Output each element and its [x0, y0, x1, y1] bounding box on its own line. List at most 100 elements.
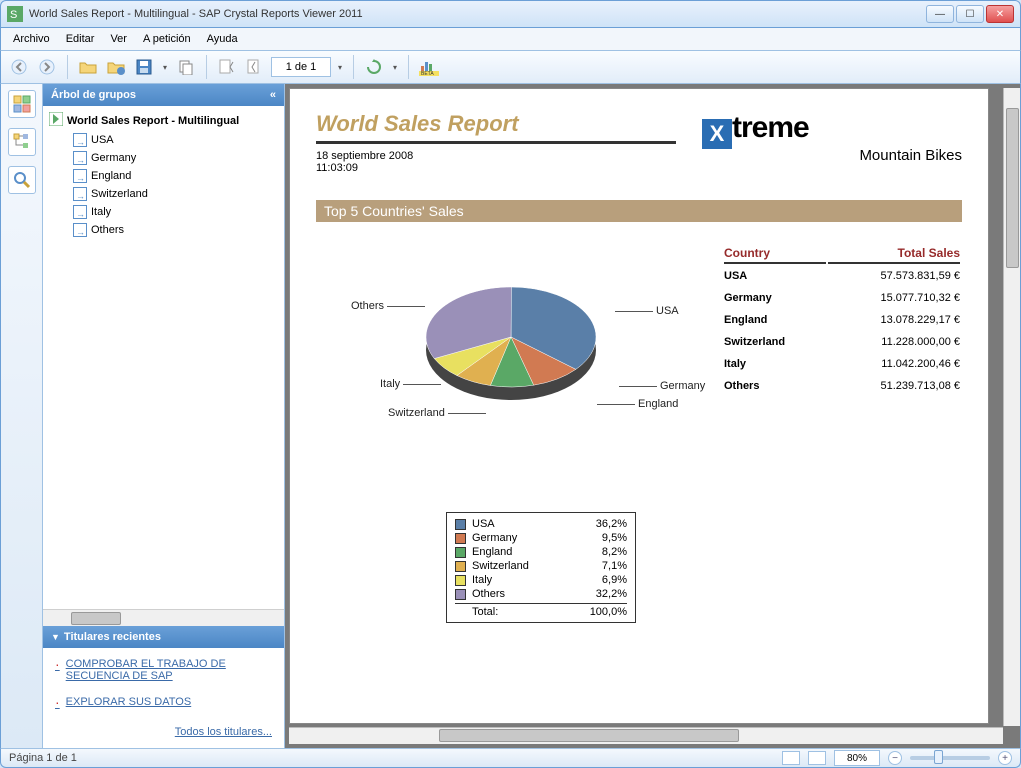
cell-country: Germany — [724, 288, 826, 308]
tree-root-label: World Sales Report - Multilingual — [67, 115, 239, 127]
refresh-button[interactable] — [362, 55, 386, 79]
cell-country: Italy — [724, 354, 826, 374]
legend-name: Switzerland — [472, 560, 529, 572]
tree-item[interactable]: USA — [45, 131, 282, 149]
recent-headlines-panel: ·COMPROBAR EL TRABAJO DE SECUENCIA DE SA… — [43, 648, 284, 748]
pie-label-italy: Italy — [380, 378, 444, 390]
report-canvas: World Sales Report 18 septiembre 2008 11… — [285, 84, 1020, 748]
zoom-input[interactable] — [834, 750, 880, 766]
logo-subtitle: Mountain Bikes — [702, 147, 962, 164]
menu-ayuda[interactable]: Ayuda — [199, 30, 246, 48]
table-row: Germany15.077.710,32 € — [724, 288, 960, 308]
cell-total: 51.239.713,08 € — [828, 376, 960, 396]
menu-archivo[interactable]: Archivo — [5, 30, 58, 48]
report-icon — [49, 112, 63, 129]
zoom-slider[interactable] — [910, 756, 990, 760]
tree-item[interactable]: Italy — [45, 203, 282, 221]
tree-item[interactable]: Switzerland — [45, 185, 282, 203]
maximize-button[interactable]: ☐ — [956, 5, 984, 23]
legend-name: Italy — [472, 574, 492, 586]
search-icon[interactable] — [8, 166, 36, 194]
xtreme-logo: Xtreme Mountain Bikes — [702, 111, 962, 164]
menu-apeticion[interactable]: A petición — [135, 30, 199, 48]
close-button[interactable]: ✕ — [986, 5, 1014, 23]
tree-item-label: England — [91, 170, 131, 182]
toolbar: ▾ ▾ ▾ BETA — [0, 50, 1021, 84]
logo-text: treme — [732, 111, 809, 144]
cell-total: 57.573.831,59 € — [828, 266, 960, 286]
refresh-dropdown[interactable]: ▾ — [390, 55, 400, 79]
prev-page-button[interactable] — [243, 55, 267, 79]
document-icon — [73, 187, 87, 201]
pie-label-switzerland: Switzerland — [388, 407, 489, 419]
zoom-in-button[interactable]: + — [998, 751, 1012, 765]
tree-item[interactable]: England — [45, 167, 282, 185]
logo-x-icon: X — [702, 119, 732, 149]
legend-swatch — [455, 519, 466, 530]
legend-total-pct: 100,0% — [590, 606, 627, 618]
beta-chart-button[interactable]: BETA — [417, 55, 441, 79]
fit-page-icon[interactable] — [808, 751, 826, 765]
chart-legend: USA36,2%Germany9,5%England8,2%Switzerlan… — [446, 512, 636, 623]
cell-country: USA — [724, 266, 826, 286]
open-remote-button[interactable] — [104, 55, 128, 79]
tree-view-icon[interactable] — [8, 128, 36, 156]
fit-width-icon[interactable] — [782, 751, 800, 765]
menu-ver[interactable]: Ver — [102, 30, 135, 48]
headline-link[interactable]: ·COMPROBAR EL TRABAJO DE SECUENCIA DE SA… — [55, 658, 272, 682]
cell-total: 11.228.000,00 € — [828, 332, 960, 352]
tree-horizontal-scrollbar[interactable] — [43, 609, 284, 626]
collapse-sidebar-icon[interactable]: « — [270, 89, 276, 101]
legend-pct: 7,1% — [602, 560, 627, 572]
tree-item-label: Others — [91, 224, 124, 236]
nav-forward-button[interactable] — [35, 55, 59, 79]
recent-headlines-header[interactable]: ▼ Titulares recientes — [43, 626, 284, 648]
legend-name: Germany — [472, 532, 517, 544]
first-page-button[interactable] — [215, 55, 239, 79]
tree-root[interactable]: World Sales Report - Multilingual — [45, 110, 282, 131]
window-title: World Sales Report - Multilingual - SAP … — [29, 8, 926, 20]
table-row: England13.078.229,17 € — [724, 310, 960, 330]
tree-item[interactable]: Germany — [45, 149, 282, 167]
svg-text:BETA: BETA — [421, 71, 434, 76]
canvas-horizontal-scrollbar[interactable] — [289, 727, 1003, 744]
bullet-icon: · — [55, 658, 60, 670]
open-folder-button[interactable] — [76, 55, 100, 79]
section-header: Top 5 Countries' Sales — [316, 200, 962, 222]
legend-row: England8,2% — [455, 545, 627, 559]
legend-total-row: Total: 100,0% — [455, 603, 627, 618]
chevron-down-icon: ▼ — [51, 632, 60, 642]
legend-row: Switzerland 7,1% — [455, 559, 627, 573]
legend-name: Others — [472, 588, 505, 600]
legend-pct: 36,2% — [596, 518, 627, 530]
window-titlebar: S World Sales Report - Multilingual - SA… — [0, 0, 1021, 28]
save-button[interactable] — [132, 55, 156, 79]
copy-button[interactable] — [174, 55, 198, 79]
headline-link[interactable]: ·EXPLORAR SUS DATOS — [55, 696, 272, 708]
document-icon — [73, 205, 87, 219]
legend-pct: 9,5% — [602, 532, 627, 544]
page-number-input[interactable] — [271, 57, 331, 77]
cell-country: Switzerland — [724, 332, 826, 352]
all-headlines-link[interactable]: Todos los titulares... — [55, 726, 272, 738]
legend-name: England — [472, 546, 512, 558]
page-dropdown[interactable]: ▾ — [335, 55, 345, 79]
menu-editar[interactable]: Editar — [58, 30, 103, 48]
zoom-out-button[interactable]: − — [888, 751, 902, 765]
tree-item-label: Switzerland — [91, 188, 148, 200]
group-tree-title: Árbol de grupos — [51, 89, 136, 101]
chart-area: USA Germany England Switzerland Italy Ot… — [316, 252, 962, 512]
legend-pct: 6,9% — [602, 574, 627, 586]
thumbnails-view-icon[interactable] — [8, 90, 36, 118]
document-icon — [73, 133, 87, 147]
minimize-button[interactable]: — — [926, 5, 954, 23]
tree-item-label: Italy — [91, 206, 111, 218]
tree-item[interactable]: Others — [45, 221, 282, 239]
nav-back-button[interactable] — [7, 55, 31, 79]
save-dropdown[interactable]: ▾ — [160, 55, 170, 79]
group-tree[interactable]: World Sales Report - Multilingual USA Ger… — [43, 106, 284, 609]
pie-label-others: Others — [351, 300, 428, 312]
document-icon — [73, 151, 87, 165]
tree-item-label: Germany — [91, 152, 136, 164]
canvas-vertical-scrollbar[interactable] — [1003, 88, 1020, 726]
